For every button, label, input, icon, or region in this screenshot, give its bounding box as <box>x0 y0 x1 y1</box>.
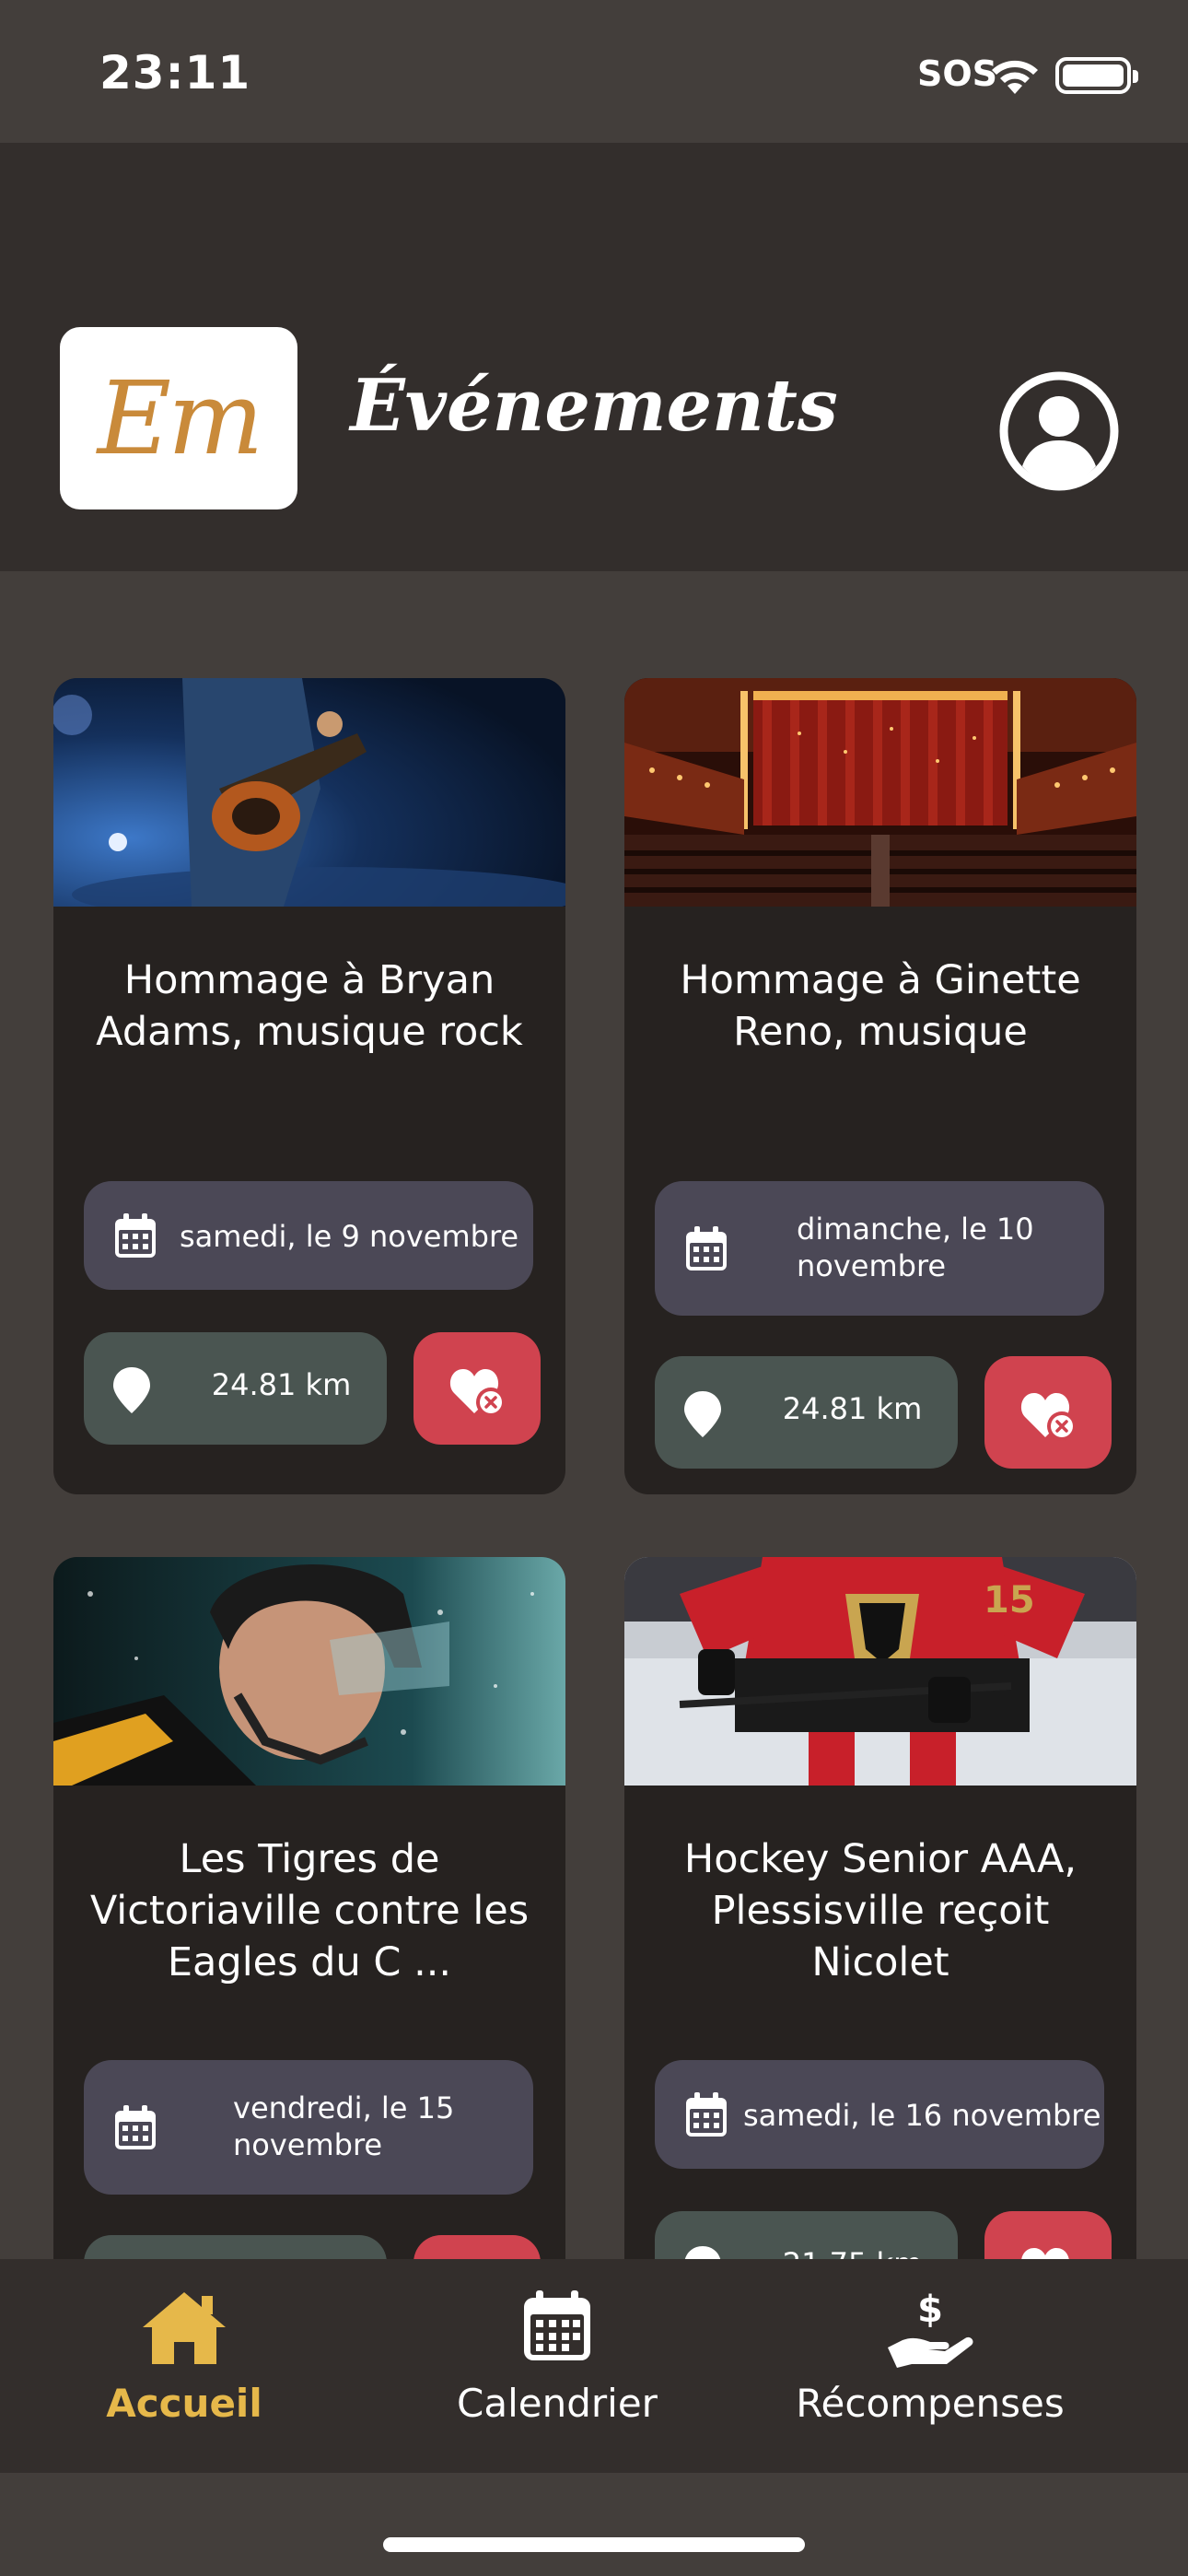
event-distance-text: 24.81 km <box>211 1367 352 1402</box>
bottom-nav: Accueil Calendrier $ Récompenses <box>0 2259 1188 2473</box>
event-date-text: dimanche, le 10 novembre <box>797 1212 1034 1283</box>
event-title: Hockey Senior AAA, Plessisville reçoit N… <box>683 1836 1077 1985</box>
event-list[interactable]: Hommage à Bryan Adams, musique rock same… <box>0 571 1188 2259</box>
status-time: 23:11 <box>99 46 251 100</box>
event-distance <box>84 2235 387 2259</box>
event-image-guitarist <box>53 678 565 907</box>
heart-remove-icon <box>449 1369 506 1417</box>
event-card[interactable]: 15 Hockey Senior AAA, Plessisville reçoi… <box>624 1557 1136 2259</box>
event-image-hockey-player <box>53 1557 565 1786</box>
sos-indicator: SOS <box>917 53 998 94</box>
calendar-icon <box>115 1213 156 1258</box>
event-date: samedi, le 9 novembre <box>84 1181 533 1290</box>
event-date-text: vendredi, le 15 novembre <box>233 2090 455 2162</box>
svg-text:15: 15 <box>984 1579 1035 1622</box>
event-date: vendredi, le 15 novembre <box>84 2060 533 2195</box>
event-date: samedi, le 16 novembre <box>655 2060 1104 2169</box>
location-pin-icon <box>684 2246 721 2259</box>
home-icon <box>143 2292 226 2364</box>
event-date: dimanche, le 10 novembre <box>655 1181 1104 1316</box>
event-distance-text: 24.81 km <box>782 1391 923 1426</box>
remove-favorite-button[interactable] <box>984 1356 1112 1469</box>
event-date-text: samedi, le 9 novembre <box>180 1219 519 1254</box>
event-title: Les Tigres de Victoriaville contre les E… <box>89 1836 530 1985</box>
nav-label-rewards: Récompenses <box>796 2381 1065 2426</box>
remove-favorite-button[interactable] <box>413 2235 541 2259</box>
heart-remove-icon <box>1021 2248 1069 2259</box>
event-image-hockey-red-jersey: 15 <box>624 1557 1136 1786</box>
nav-item-rewards[interactable]: $ Récompenses <box>778 2259 1082 2473</box>
hand-dollar-icon: $ <box>888 2289 973 2368</box>
calendar-icon <box>686 1226 727 1270</box>
event-card[interactable]: Hommage à Bryan Adams, musique rock same… <box>53 678 565 1494</box>
event-distance: 24.81 km <box>84 1332 387 1445</box>
event-title: Hommage à Ginette Reno, musique <box>680 957 1081 1055</box>
remove-favorite-button[interactable] <box>984 2211 1112 2259</box>
event-title: Hommage à Bryan Adams, musique rock <box>96 957 523 1055</box>
svg-text:$: $ <box>917 2289 943 2331</box>
home-indicator[interactable] <box>383 2537 805 2552</box>
event-card[interactable]: Les Tigres de Victoriaville contre les E… <box>53 1557 565 2259</box>
location-pin-icon <box>684 1391 721 1437</box>
calendar-icon <box>115 2105 156 2149</box>
nav-item-calendar[interactable]: Calendrier <box>405 2259 709 2473</box>
app-header: Em <box>0 143 1188 571</box>
wifi-icon <box>992 60 1038 94</box>
profile-icon[interactable] <box>998 370 1120 492</box>
event-distance: 21.75 km <box>655 2211 958 2259</box>
event-card[interactable]: Hommage à Ginette Reno, musique dimanche… <box>624 678 1136 1494</box>
calendar-icon <box>524 2290 590 2360</box>
heart-remove-icon <box>1020 1393 1077 1441</box>
event-date-text: samedi, le 16 novembre <box>743 2098 1101 2133</box>
event-image-theatre <box>624 678 1136 907</box>
nav-label-home: Accueil <box>106 2381 262 2426</box>
location-pin-icon <box>113 1367 150 1413</box>
battery-icon <box>1055 57 1138 94</box>
remove-favorite-button[interactable] <box>413 1332 541 1445</box>
event-distance-text: 21.75 km <box>747 2246 958 2259</box>
nav-label-calendar: Calendrier <box>457 2381 658 2426</box>
calendar-icon <box>686 2092 727 2137</box>
status-bar: 23:11 SOS <box>0 0 1188 143</box>
nav-item-home[interactable]: Accueil <box>32 2259 336 2473</box>
home-indicator-area <box>0 2473 1188 2576</box>
event-distance: 24.81 km <box>655 1356 958 1469</box>
